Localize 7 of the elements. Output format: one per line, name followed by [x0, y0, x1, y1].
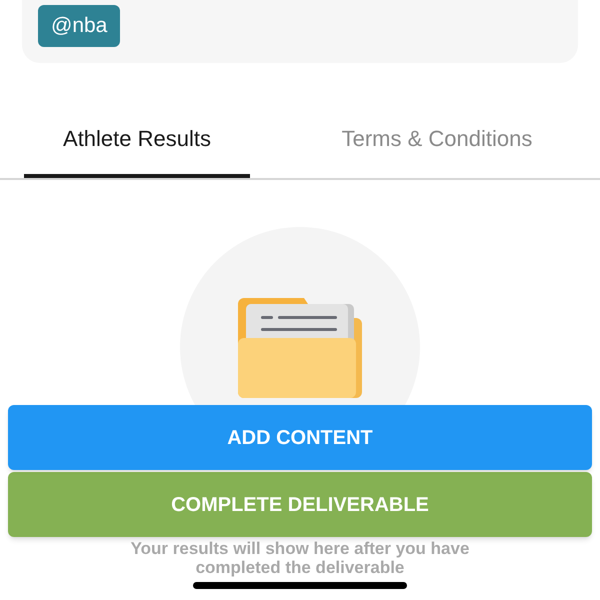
action-button[interactable]: COMPLETE DELIVERABLE: [8, 472, 592, 537]
tab[interactable]: Athlete Results: [24, 103, 250, 178]
tag-badge: @nba: [38, 5, 120, 47]
action-button[interactable]: ADD CONTENT: [8, 405, 592, 470]
folder-icon: [238, 298, 362, 398]
empty-message: Your results will show here after you have completed the deliverable: [130, 539, 470, 577]
tab[interactable]: Terms & Conditions: [312, 103, 562, 178]
